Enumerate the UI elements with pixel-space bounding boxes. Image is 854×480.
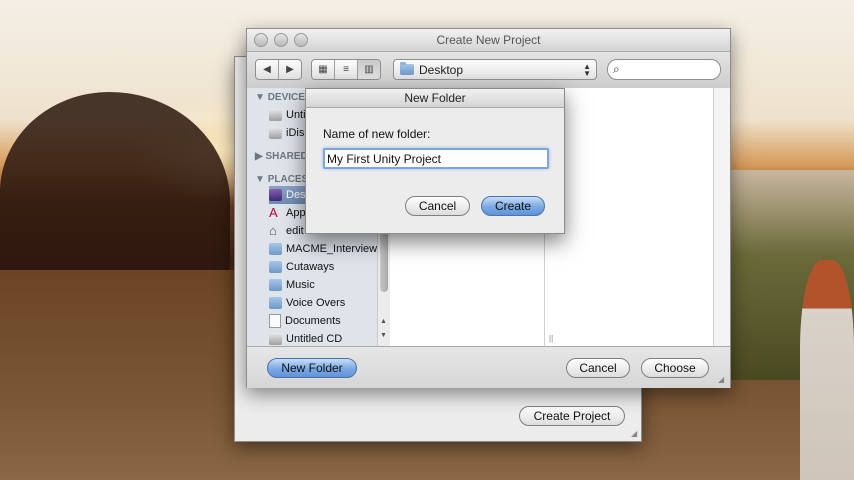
folder-icon [269,279,282,291]
scroll-up-icon[interactable]: ▲ [380,318,387,325]
new-folder-button[interactable]: New Folder [267,358,357,378]
sidebar-item-macme-interviews[interactable]: MACME_Interviews [269,240,377,258]
idisk-icon [269,127,282,139]
sidebar-section-devices[interactable]: ▼ DEVICES [255,92,312,103]
applications-icon: A [269,205,278,220]
sidebar-section-shared[interactable]: ▶ SHARED [255,151,308,162]
resize-grip-icon[interactable]: ◢ [718,375,724,384]
list-view-icon[interactable]: ≡ [335,60,358,79]
panel-toolbar: ◀ ▶ ▦ ≡ ▥ Desktop ▲ ▼ ⌕ [247,52,730,89]
column-view-icon[interactable]: ▥ [358,60,380,79]
folder-icon [269,297,282,309]
icon-view-icon[interactable]: ▦ [312,60,335,79]
cd-icon [269,333,282,345]
search-field[interactable]: ⌕ [607,59,721,80]
choose-button[interactable]: Choose [641,358,709,378]
dialog-create-button[interactable]: Create [481,196,545,216]
window-title: Create New Project [436,33,541,47]
browser-column-2[interactable]: || [545,88,714,346]
folder-name-input[interactable] [323,148,549,169]
sidebar-item-music[interactable]: Music [269,276,377,294]
window-titlebar[interactable]: Create New Project [247,29,730,52]
background-person [800,260,854,480]
home-icon: ⌂ [269,223,277,238]
dialog-cancel-button[interactable]: Cancel [405,196,470,216]
browser-scrollbar[interactable] [713,88,730,346]
popup-arrows-icon: ▲ ▼ [583,61,591,78]
sidebar-item-voice-overs[interactable]: Voice Overs [269,294,377,312]
sidebar-item-cutaways[interactable]: Cutaways [269,258,377,276]
search-icon: ⌕ [613,62,620,76]
forward-arrow-icon[interactable]: ▶ [279,60,301,79]
folder-icon [269,261,282,273]
scroll-down-icon[interactable]: ▼ [380,332,387,339]
create-project-button[interactable]: Create Project [519,406,625,426]
location-popup[interactable]: Desktop ▲ ▼ [393,59,597,80]
back-forward-buttons: ◀ ▶ [255,59,302,80]
dialog-title: New Folder [404,91,466,105]
sidebar-section-places[interactable]: ▼ PLACES [255,174,308,185]
folder-icon [269,243,282,255]
document-icon [269,314,281,328]
folder-icon [400,62,414,75]
panel-button-bar: New Folder Cancel Choose ◢ [247,346,730,388]
back-arrow-icon[interactable]: ◀ [256,60,279,79]
cancel-button[interactable]: Cancel [566,358,630,378]
location-label: Desktop [419,62,464,77]
resize-grip-icon[interactable]: ◢ [631,429,637,438]
view-mode-buttons: ▦ ≡ ▥ [311,59,381,80]
sidebar-item-documents[interactable]: Documents [269,312,377,330]
dialog-titlebar[interactable]: New Folder [306,89,564,108]
new-folder-dialog: New Folder Name of new folder: Cancel Cr… [305,88,565,234]
column-resize-icon[interactable]: || [549,334,553,343]
desktop-icon [269,189,282,201]
folder-name-label: Name of new folder: [323,127,431,141]
disk-icon [269,109,282,121]
